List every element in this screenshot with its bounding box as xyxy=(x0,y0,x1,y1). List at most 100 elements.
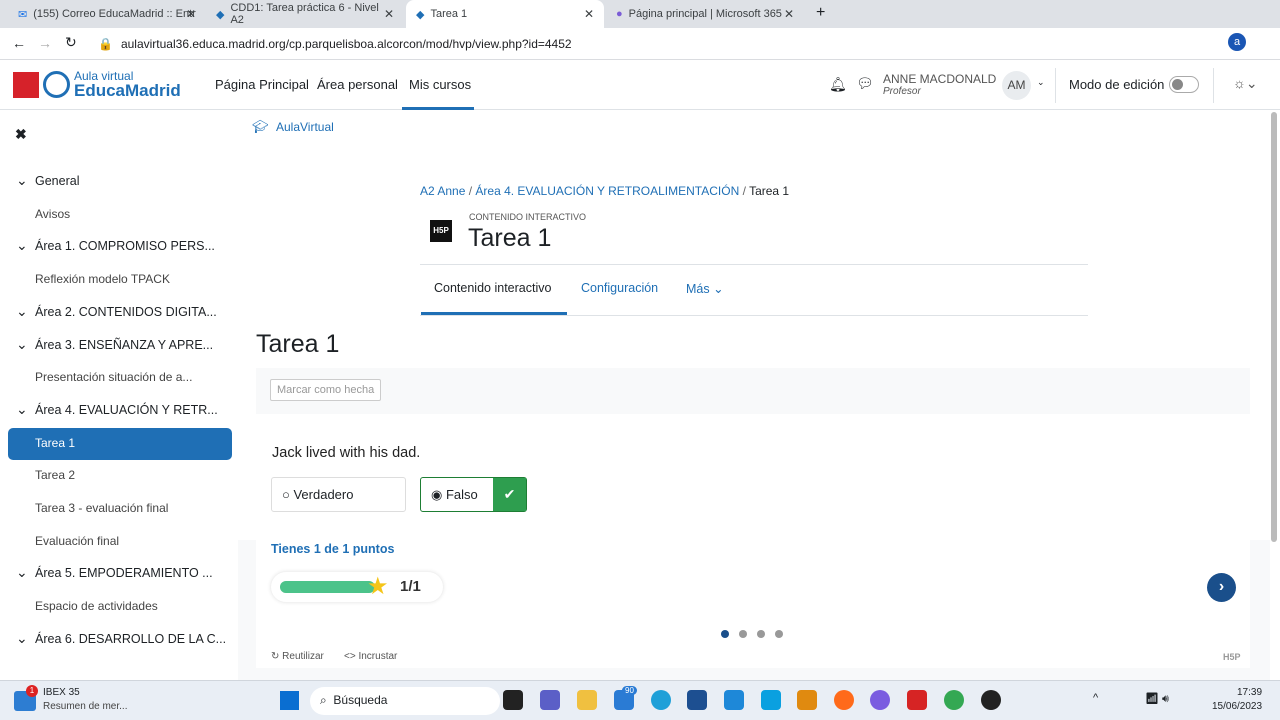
tab-label: (155) Correo EducaMadrid :: Entr xyxy=(33,8,196,20)
sidebar-item[interactable]: Avisos xyxy=(35,207,70,221)
tab-tarea1[interactable]: ◆ Tarea 1 ✕ xyxy=(406,0,604,28)
reuse-label: Reutilizar xyxy=(282,651,324,662)
sidebar-item[interactable]: Tarea 2 xyxy=(35,468,75,482)
user-name[interactable]: ANNE MACDONALD xyxy=(883,72,996,86)
chevron-down-icon[interactable]: ⌄ xyxy=(16,564,28,581)
sidebar-section[interactable]: Área 6. DESARROLLO DE LA C... xyxy=(35,632,226,646)
cortana-icon[interactable] xyxy=(761,690,781,710)
accessibility-icon[interactable]: ☼⌄ xyxy=(1233,75,1258,92)
close-icon[interactable]: ✕ xyxy=(186,7,196,21)
chevron-down-icon[interactable]: ⌄ xyxy=(16,237,28,254)
sidebar-item[interactable]: Presentación situación de a... xyxy=(35,370,192,384)
embed-button[interactable]: <> Incrustar xyxy=(344,651,397,662)
wps-icon[interactable] xyxy=(907,690,927,710)
slide-dot[interactable] xyxy=(721,630,729,638)
close-icon[interactable]: ✕ xyxy=(384,7,394,21)
reuse-button[interactable]: ↻ Reutilizar xyxy=(271,651,324,662)
score-value: 1/1 xyxy=(400,578,421,595)
tab-label: Página principal | Microsoft 365 xyxy=(628,8,782,20)
reload-icon[interactable]: ↻ xyxy=(65,34,77,51)
clock-date[interactable]: 15/06/2023 xyxy=(1212,701,1262,712)
slide-dot[interactable] xyxy=(757,630,765,638)
l-app-icon[interactable] xyxy=(724,690,744,710)
nav-area-personal[interactable]: Área personal xyxy=(317,77,398,92)
nav-pagina-principal[interactable]: Página Principal xyxy=(215,77,309,92)
teams-icon[interactable] xyxy=(540,690,560,710)
new-tab-button[interactable]: + xyxy=(816,4,825,22)
sidebar-section[interactable]: General xyxy=(35,174,79,188)
sidebar-section[interactable]: Área 3. ENSEÑANZA Y APRE... xyxy=(35,338,213,352)
chevron-down-icon[interactable]: ⌄ xyxy=(16,336,28,353)
chevron-down-icon[interactable]: ⌄ xyxy=(1037,77,1045,88)
widget-title: IBEX 35 xyxy=(43,687,80,698)
avatar[interactable]: AM xyxy=(1002,71,1031,100)
edit-mode-toggle[interactable] xyxy=(1169,76,1199,93)
sidebar-item[interactable]: Tarea 3 - evaluación final xyxy=(35,501,168,515)
url-field[interactable]: 🔒 aulavirtual36.educa.madrid.org/cp.parqu… xyxy=(98,34,1158,54)
next-slide-button[interactable]: › xyxy=(1207,573,1236,602)
edit-mode-label: Modo de edición xyxy=(1069,77,1165,92)
site-header: Aula virtual EducaMadrid 🔔︎ 💬︎ ANNE MACD… xyxy=(0,60,1280,110)
tab-correo[interactable]: ✉ (155) Correo EducaMadrid :: Entr ✕ xyxy=(8,0,206,28)
star-icon: ★ xyxy=(367,573,389,600)
wifi-volume-battery-icon[interactable]: 📶︎ 🔊︎ xyxy=(1145,692,1169,706)
sidebar-item[interactable]: Evaluación final xyxy=(35,534,119,548)
sidebar-item[interactable]: Reflexión modelo TPACK xyxy=(35,272,170,286)
sidebar-item[interactable]: Tarea 1 xyxy=(35,436,75,450)
close-icon[interactable]: ✕ xyxy=(584,7,594,21)
sidebar-section[interactable]: Área 4. EVALUACIÓN Y RETR... xyxy=(35,403,218,417)
sidebar-section[interactable]: Área 1. COMPROMISO PERS... xyxy=(35,239,215,253)
tab-contenido-interactivo[interactable]: Contenido interactivo xyxy=(434,281,551,295)
bell-icon[interactable]: 🔔︎ xyxy=(829,76,847,93)
tab-configuracion[interactable]: Configuración xyxy=(581,281,658,295)
chevron-down-icon[interactable]: ⌄ xyxy=(16,630,28,647)
tab-m365[interactable]: ● Página principal | Microsoft 365 ✕ xyxy=(606,0,804,28)
sidebar-section[interactable]: Área 2. CONTENIDOS DIGITA... xyxy=(35,305,217,319)
embed-label: Incrustar xyxy=(358,651,398,662)
tab-mas[interactable]: Más ⌄ xyxy=(686,281,724,296)
profile-icon[interactable]: a xyxy=(1228,33,1246,51)
chevron-down-icon[interactable]: ⌄ xyxy=(16,172,28,189)
chevron-down-icon[interactable]: ⌄ xyxy=(16,303,28,320)
app-icon[interactable] xyxy=(503,690,523,710)
store-icon[interactable] xyxy=(687,690,707,710)
explorer-icon[interactable] xyxy=(577,690,597,710)
copilot-icon[interactable] xyxy=(870,690,890,710)
chat-icon[interactable]: 💬︎ xyxy=(856,75,874,92)
sidebar-section[interactable]: Área 5. EMPODERAMIENTO ... xyxy=(35,566,213,580)
back-icon[interactable]: ← xyxy=(12,35,26,51)
slide-dot[interactable] xyxy=(739,630,747,638)
mail-badge: 90 xyxy=(622,686,637,695)
close-icon[interactable]: ✕ xyxy=(784,7,794,21)
aulavirtual-link[interactable]: AulaVirtual xyxy=(276,120,334,134)
windows-start-icon[interactable] xyxy=(280,691,299,710)
slide-dot[interactable] xyxy=(775,630,783,638)
question-text: Jack lived with his dad. xyxy=(272,445,421,461)
logo-text[interactable]: EducaMadrid xyxy=(74,81,181,101)
activity-heading: Tarea 1 xyxy=(256,330,340,358)
edge-icon[interactable] xyxy=(651,690,671,710)
close-icon[interactable]: ✖ xyxy=(15,126,27,143)
chevron-down-icon[interactable]: ⌄ xyxy=(16,401,28,418)
scrollbar[interactable] xyxy=(1271,112,1277,542)
firefox-icon[interactable] xyxy=(834,690,854,710)
option-verdadero[interactable]: ○ Verdadero xyxy=(271,477,406,512)
tray-chevron-icon[interactable]: ^ xyxy=(1093,692,1098,704)
forward-icon[interactable]: → xyxy=(38,35,52,51)
score-bar: ★ 1/1 xyxy=(271,572,443,602)
nav-mis-cursos[interactable]: Mis cursos xyxy=(409,77,471,92)
browser-tab-bar: ✉ (155) Correo EducaMadrid :: Entr ✕ ◆ CDD1… xyxy=(0,0,1280,28)
sidebar-item[interactable]: Espacio de actividades xyxy=(35,599,158,613)
breadcrumb-item[interactable]: A2 Anne xyxy=(420,184,465,198)
mark-done-button[interactable]: Marcar como hecha xyxy=(270,379,382,401)
h5p-logo[interactable]: H5P xyxy=(1223,652,1241,662)
search-box[interactable]: ⌕ Búsqueda xyxy=(310,687,500,715)
activity-kicker: CONTENIDO INTERACTIVO xyxy=(469,212,587,222)
clock-time[interactable]: 17:39 xyxy=(1237,687,1262,698)
obs-icon[interactable] xyxy=(981,690,1001,710)
breadcrumb-item[interactable]: Área 4. EVALUACIÓN Y RETROALIMENTACIÓN xyxy=(475,184,739,198)
chrome-icon[interactable] xyxy=(944,690,964,710)
app-icon[interactable] xyxy=(797,690,817,710)
tab-cdd1[interactable]: ◆ CDD1: Tarea práctica 6 - Nivel A2 ✕ xyxy=(206,0,404,28)
breadcrumb: A2 Anne / Área 4. EVALUACIÓN Y RETROALIM… xyxy=(420,184,790,198)
